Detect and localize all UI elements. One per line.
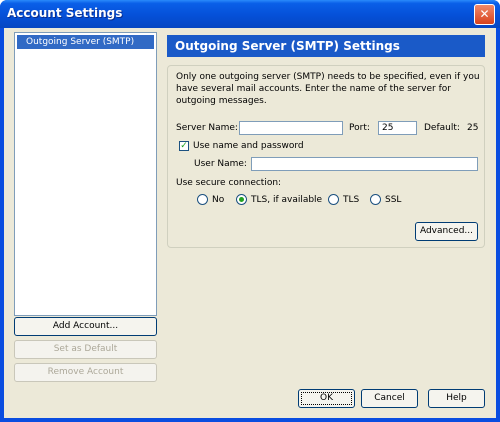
- list-item-outgoing-server[interactable]: Outgoing Server (SMTP): [17, 35, 154, 49]
- server-name-label: Server Name:: [176, 123, 238, 133]
- secure-ssl-radio[interactable]: [370, 194, 381, 205]
- account-settings-window: Account Settings ✕ Outgoing Server (SMTP…: [0, 0, 500, 422]
- secure-tls-radio[interactable]: [328, 194, 339, 205]
- remove-account-button[interactable]: Remove Account: [14, 363, 157, 382]
- advanced-button[interactable]: Advanced...: [415, 222, 478, 241]
- secure-no-label: No: [212, 195, 225, 205]
- checkmark-icon: ✓: [180, 141, 188, 151]
- help-label: Help: [446, 393, 467, 403]
- secure-tls-label: TLS: [343, 195, 360, 205]
- add-account-button[interactable]: Add Account...: [14, 317, 157, 336]
- default-port-label: Default:: [424, 123, 460, 133]
- secure-tls-if-available-radio[interactable]: [236, 194, 247, 205]
- close-button[interactable]: ✕: [474, 4, 495, 25]
- use-password-label: Use name and password: [193, 141, 304, 151]
- close-icon: ✕: [479, 7, 490, 21]
- advanced-label: Advanced...: [419, 226, 474, 236]
- server-name-field[interactable]: [239, 121, 343, 135]
- ok-button[interactable]: OK: [298, 389, 355, 408]
- page-title: Outgoing Server (SMTP) Settings: [167, 35, 485, 57]
- secure-no-radio[interactable]: [197, 194, 208, 205]
- secure-connection-label: Use secure connection:: [176, 178, 282, 188]
- title-bar[interactable]: Account Settings ✕: [0, 0, 500, 28]
- cancel-button[interactable]: Cancel: [361, 389, 418, 408]
- secure-ssl-label: SSL: [385, 195, 402, 205]
- account-list[interactable]: Outgoing Server (SMTP): [14, 32, 157, 316]
- dialog-body: Outgoing Server (SMTP) Add Account... Se…: [4, 28, 496, 418]
- port-label: Port:: [349, 123, 370, 133]
- window-title: Account Settings: [7, 6, 123, 20]
- add-account-label: Add Account...: [52, 321, 119, 331]
- set-as-default-button[interactable]: Set as Default: [14, 340, 157, 359]
- ok-label: OK: [320, 393, 333, 403]
- user-name-label: User Name:: [194, 159, 247, 169]
- port-field[interactable]: 25: [378, 121, 417, 135]
- description-text: Only one outgoing server (SMTP) needs to…: [176, 72, 480, 106]
- remove-account-label: Remove Account: [47, 367, 124, 377]
- smtp-settings-panel: Only one outgoing server (SMTP) needs to…: [167, 65, 485, 248]
- default-port-value: 25: [467, 123, 479, 133]
- user-name-field[interactable]: [251, 157, 478, 171]
- use-password-checkbox[interactable]: ✓: [179, 141, 189, 151]
- set-as-default-label: Set as Default: [53, 344, 118, 354]
- cancel-label: Cancel: [374, 393, 405, 403]
- secure-tls-if-available-label: TLS, if available: [251, 195, 323, 205]
- help-button[interactable]: Help: [428, 389, 485, 408]
